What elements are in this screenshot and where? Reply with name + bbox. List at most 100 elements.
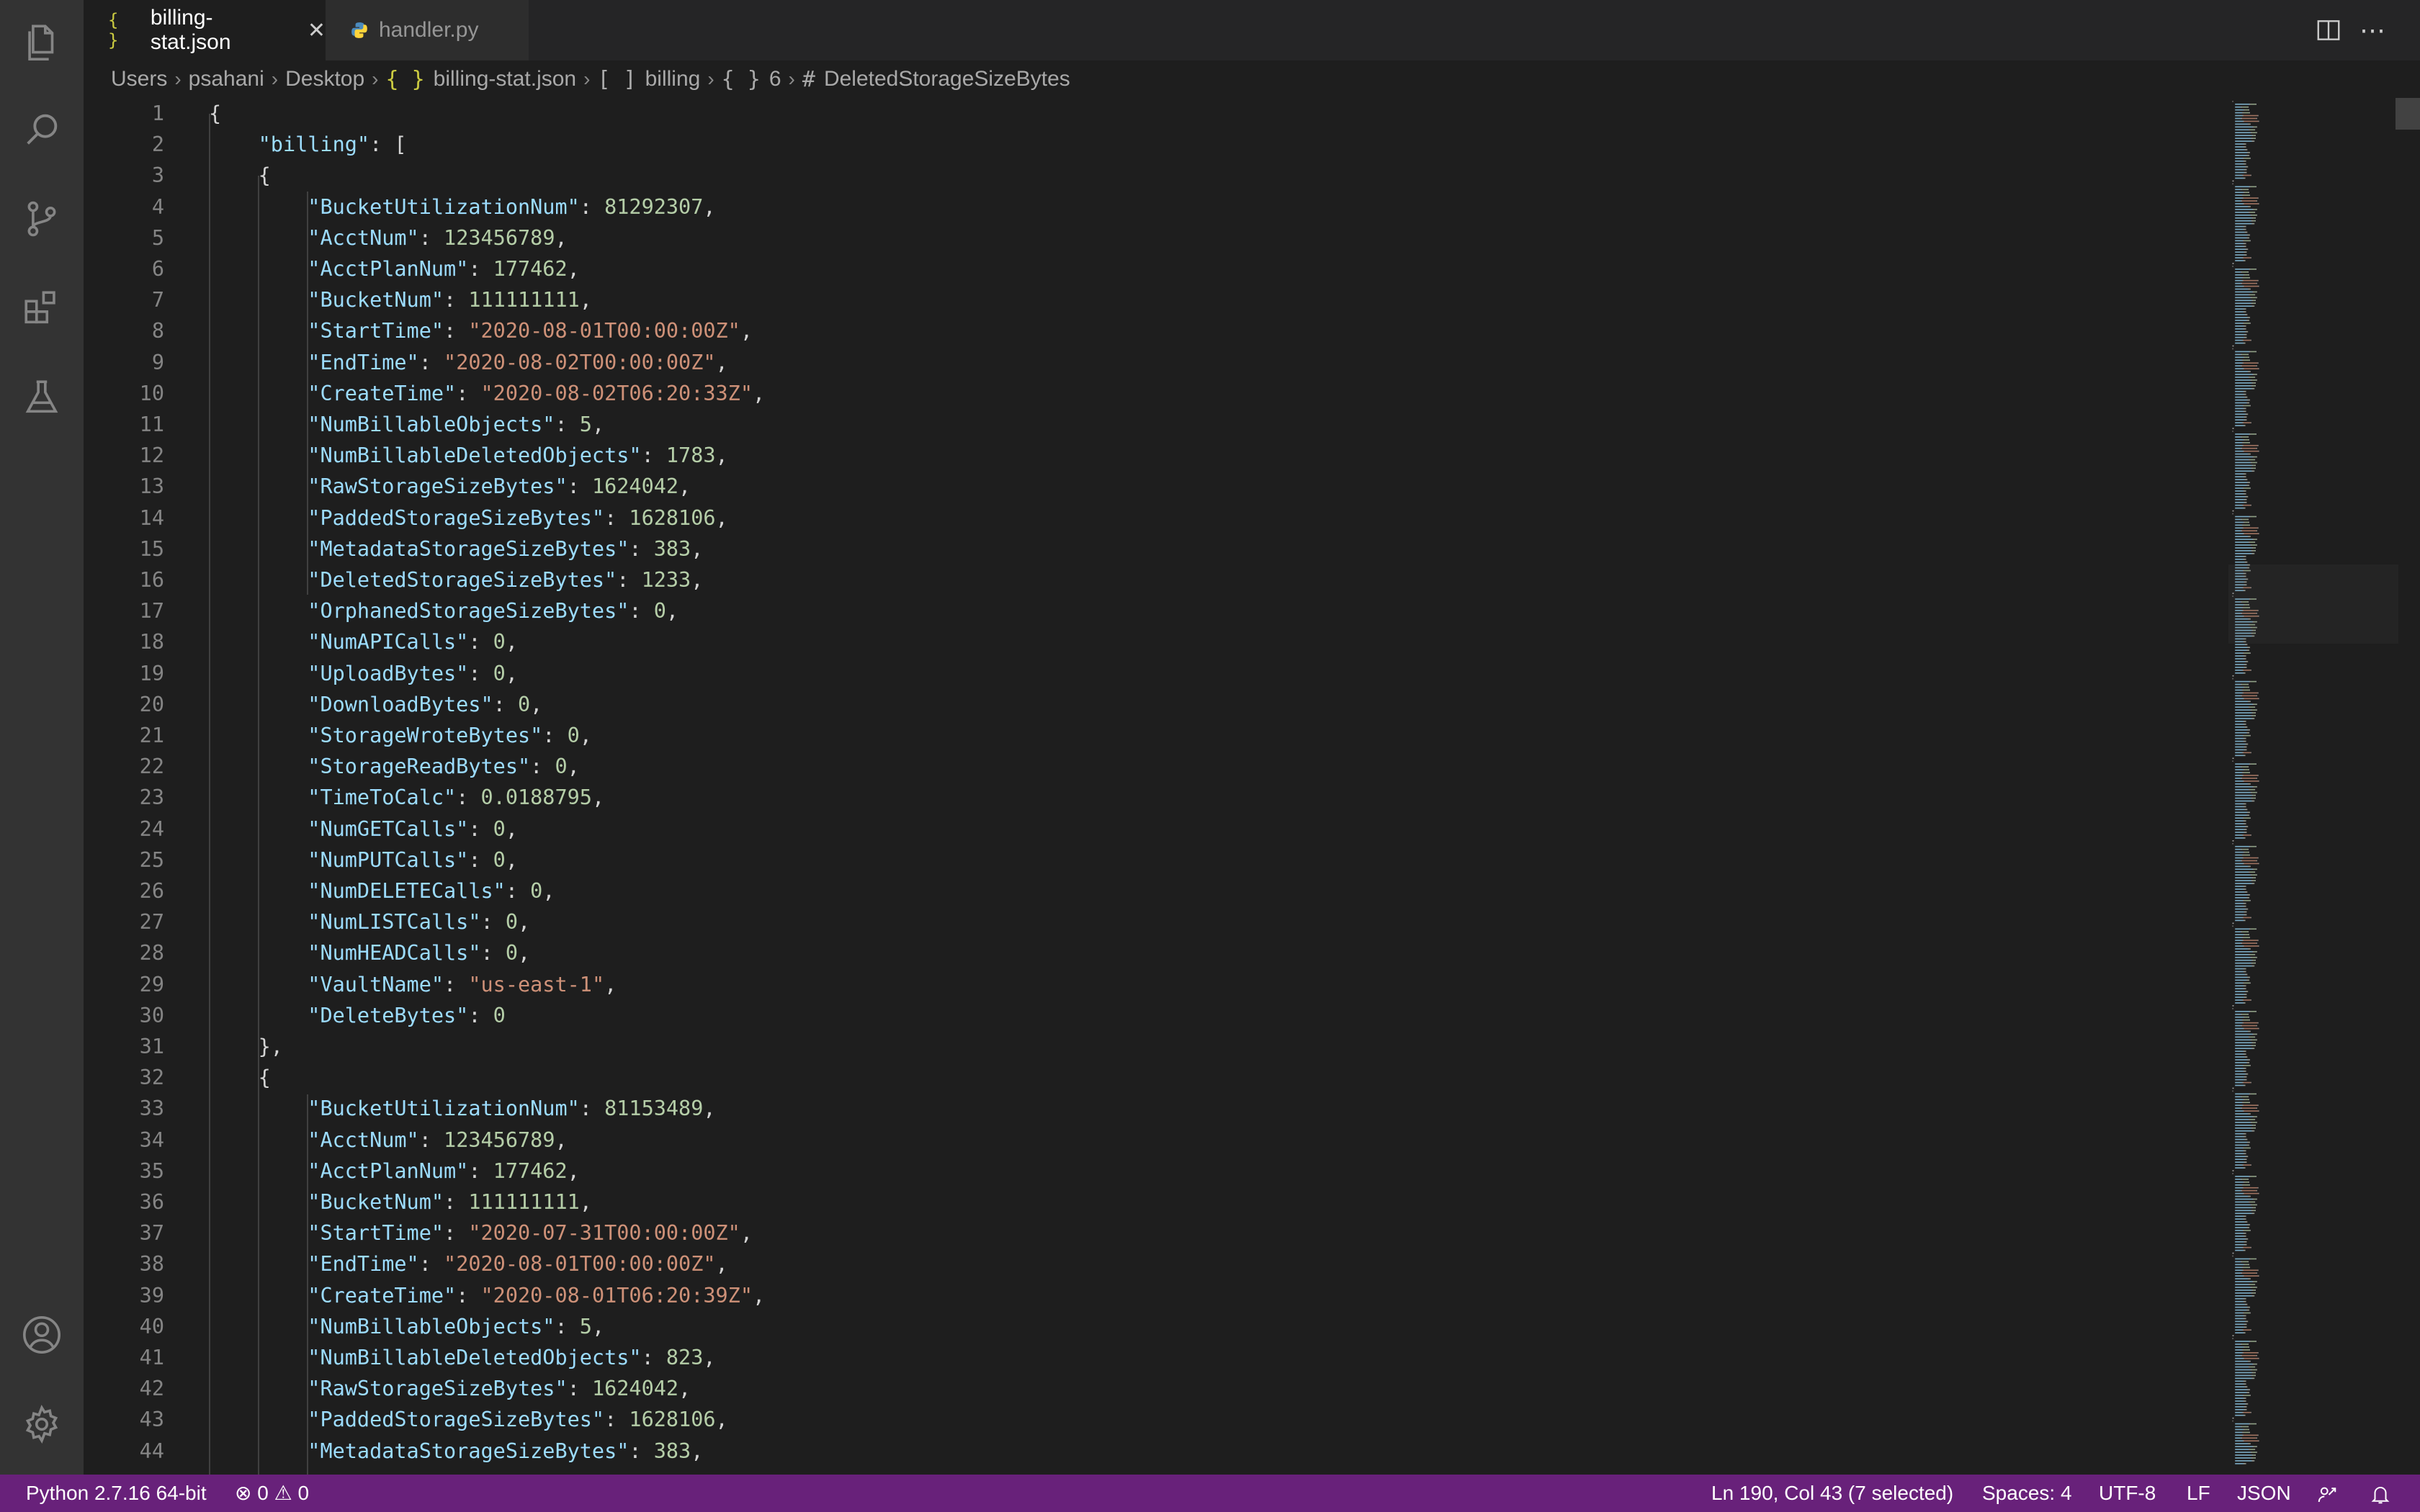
minimap-token — [2235, 724, 2244, 725]
python-interpreter[interactable]: Python 2.7.16 64-bit — [26, 1475, 207, 1512]
minimap-token — [2255, 300, 2256, 302]
code-line[interactable]: 7 "BucketNum": 111111111, — [84, 284, 2223, 315]
source-control-icon[interactable] — [0, 177, 84, 261]
code-line[interactable]: 29 "VaultName": "us-east-1", — [84, 969, 2223, 1000]
code-line[interactable]: 38 "EndTime": "2020-08-01T00:00:00Z", — [84, 1248, 2223, 1279]
code-line[interactable]: 16 "DeletedStorageSizeBytes": 1233, — [84, 564, 2223, 595]
code-line[interactable]: 14 "PaddedStorageSizeBytes": 1628106, — [84, 503, 2223, 534]
minimap-token — [2243, 228, 2245, 230]
code-line[interactable]: 39 "CreateTime": "2020-08-01T06:20:39Z", — [84, 1280, 2223, 1311]
code-line[interactable]: 26 "NumDELETECalls": 0, — [84, 876, 2223, 906]
code-line[interactable]: 10 "CreateTime": "2020-08-02T06:20:33Z", — [84, 378, 2223, 409]
explorer-icon[interactable] — [0, 0, 84, 84]
code-line[interactable]: 34 "AcctNum": 123456789, — [84, 1125, 2223, 1156]
code-line[interactable]: 19 "UploadBytes": 0, — [84, 658, 2223, 689]
minimap-viewport[interactable] — [2228, 564, 2398, 644]
close-icon[interactable]: ✕ — [308, 18, 326, 43]
code-line[interactable]: 44 "MetadataStorageSizeBytes": 383, — [84, 1436, 2223, 1467]
cursor-position[interactable]: Ln 190, Col 43 (7 selected) — [1711, 1475, 1953, 1512]
more-actions-icon[interactable]: ⋯ — [2360, 0, 2385, 60]
code-line[interactable]: 9 "EndTime": "2020-08-02T00:00:00Z", — [84, 347, 2223, 378]
minimap-token — [2235, 209, 2253, 210]
language-mode[interactable]: JSON — [2237, 1475, 2291, 1512]
scrollbar-thumb[interactable] — [2396, 98, 2420, 130]
minimap-token — [2242, 1354, 2257, 1356]
breadcrumb-item[interactable]: Users — [111, 67, 167, 91]
minimap-token — [2243, 737, 2245, 739]
line-ending[interactable]: LF — [2187, 1475, 2210, 1512]
minimap-token — [2235, 911, 2244, 913]
breadcrumb-item[interactable]: psahani — [189, 67, 264, 91]
minimap-token — [2242, 447, 2257, 449]
minimap-token — [2249, 899, 2251, 901]
minimap-token — [2252, 786, 2254, 788]
breadcrumb-item[interactable]: 6 — [769, 67, 781, 91]
code-line[interactable]: 11 "NumBillableObjects": 5, — [84, 409, 2223, 440]
code-line[interactable]: 41 "NumBillableDeletedObjects": 823, — [84, 1342, 2223, 1373]
code-line[interactable]: 8 "StartTime": "2020-08-01T00:00:00Z", — [84, 315, 2223, 346]
minimap-token — [2235, 1332, 2244, 1333]
code-line[interactable]: 35 "AcctPlanNum": 177462, — [84, 1156, 2223, 1187]
minimap-token — [2235, 1230, 2243, 1231]
code-line[interactable]: 24 "NumGETCalls": 0, — [84, 814, 2223, 845]
minimap-token — [2249, 1036, 2255, 1038]
split-editor-icon[interactable] — [2315, 0, 2342, 60]
notifications-bell-icon[interactable] — [2370, 1475, 2391, 1512]
code-line[interactable]: 2 "billing": [ — [84, 129, 2223, 160]
feedback-icon[interactable] — [2316, 1475, 2338, 1512]
code-line[interactable]: 23 "TimeToCalc": 0.0188795, — [84, 782, 2223, 813]
code-line[interactable]: 6 "AcctPlanNum": 177462, — [84, 253, 2223, 284]
minimap-token — [2252, 302, 2256, 305]
minimap-token — [2249, 1141, 2250, 1143]
extensions-icon[interactable] — [0, 266, 84, 350]
code-line[interactable]: 12 "NumBillableDeletedObjects": 1783, — [84, 440, 2223, 471]
problems-indicator[interactable]: ⊗ 0 ⚠ 0 — [235, 1475, 309, 1512]
minimap-token — [2235, 1122, 2251, 1123]
minimap-token — [2249, 1019, 2250, 1021]
code-line[interactable]: 13 "RawStorageSizeBytes": 1624042, — [84, 471, 2223, 502]
code-line[interactable]: 42 "RawStorageSizeBytes": 1624042, — [84, 1373, 2223, 1404]
code-line[interactable]: 4 "BucketUtilizationNum": 81292307, — [84, 192, 2223, 222]
code-line[interactable]: 3 { — [84, 160, 2223, 191]
search-icon[interactable] — [0, 88, 84, 171]
encoding[interactable]: UTF-8 — [2099, 1475, 2156, 1512]
code-line[interactable]: 36 "BucketNum": 111111111, — [84, 1187, 2223, 1218]
indentation[interactable]: Spaces: 4 — [1982, 1475, 2072, 1512]
tab-handler-py[interactable]: handler.py — [326, 0, 529, 60]
code-editor[interactable]: 1{2 "billing": [3 {4 "BucketUtilizationN… — [84, 98, 2223, 1475]
code-line[interactable]: 22 "StorageReadBytes": 0, — [84, 751, 2223, 782]
code-line[interactable]: 31 }, — [84, 1031, 2223, 1062]
code-line[interactable]: 40 "NumBillableObjects": 5, — [84, 1311, 2223, 1342]
minimap-token — [2248, 354, 2249, 356]
code-line[interactable]: 32 { — [84, 1062, 2223, 1093]
code-line[interactable]: 5 "AcctNum": 123456789, — [84, 222, 2223, 253]
breadcrumb-item[interactable]: billing — [645, 67, 701, 91]
code-line[interactable]: 20 "DownloadBytes": 0, — [84, 689, 2223, 720]
settings-gear-icon[interactable] — [0, 1382, 84, 1466]
minimap-token — [2246, 814, 2249, 816]
code-line[interactable]: 30 "DeleteBytes": 0 — [84, 1000, 2223, 1031]
code-line[interactable]: 33 "BucketUtilizationNum": 81153489, — [84, 1093, 2223, 1124]
minimap-token — [2235, 769, 2244, 770]
code-line[interactable]: 15 "MetadataStorageSizeBytes": 383, — [84, 534, 2223, 564]
vertical-scrollbar[interactable] — [2398, 98, 2420, 1475]
code-line[interactable]: 37 "StartTime": "2020-07-31T00:00:00Z", — [84, 1218, 2223, 1248]
minimap-token — [2242, 365, 2257, 366]
code-line[interactable]: 28 "NumHEADCalls": 0, — [84, 937, 2223, 968]
testing-icon[interactable] — [0, 356, 84, 439]
minimap-token — [2249, 1443, 2251, 1444]
code-line[interactable]: 25 "NumPUTCalls": 0, — [84, 845, 2223, 876]
tab-billing-stat-json[interactable]: { } billing-stat.json ✕ — [84, 0, 326, 60]
code-line[interactable]: 18 "NumAPICalls": 0, — [84, 626, 2223, 657]
code-line[interactable]: 21 "StorageWroteBytes": 0, — [84, 720, 2223, 751]
breadcrumb-item[interactable]: DeletedStorageSizeBytes — [824, 67, 1070, 91]
minimap[interactable] — [2228, 98, 2398, 1475]
code-line[interactable]: 43 "PaddedStorageSizeBytes": 1628106, — [84, 1404, 2223, 1435]
code-line[interactable]: 1{ — [84, 98, 2223, 129]
code-line[interactable]: 27 "NumLISTCalls": 0, — [84, 906, 2223, 937]
code-line[interactable]: 17 "OrphanedStorageSizeBytes": 0, — [84, 595, 2223, 626]
minimap-token — [2235, 1266, 2243, 1269]
breadcrumb-item[interactable]: Desktop — [285, 67, 364, 91]
breadcrumb-item[interactable]: billing-stat.json — [434, 67, 576, 91]
account-icon[interactable] — [0, 1293, 84, 1377]
